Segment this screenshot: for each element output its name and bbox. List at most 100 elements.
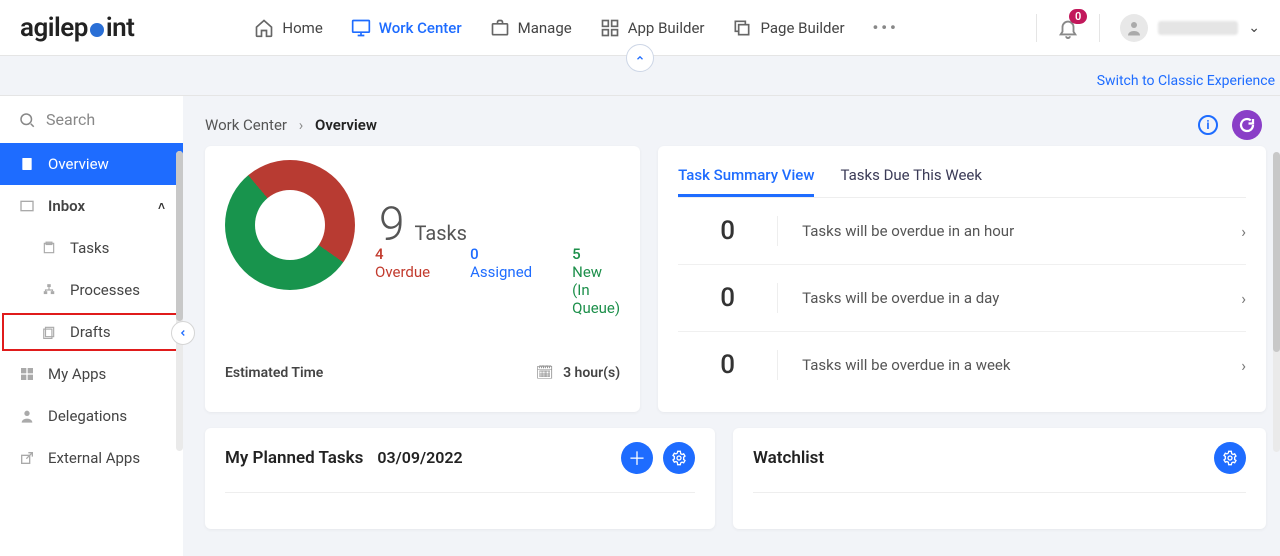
watchlist-settings-button[interactable]	[1214, 442, 1246, 474]
summary-row-text: Tasks will be overdue in a week	[802, 356, 1241, 374]
cards-bottom: My Planned Tasks 03/09/2022 ＋ Watchlist	[205, 428, 1266, 529]
topbar-right: 0 ⌄	[1036, 14, 1260, 42]
breadcrumb-sep: ›	[299, 116, 304, 134]
sidebar-item-processes[interactable]: Processes	[0, 269, 183, 311]
watchlist-title: Watchlist	[753, 448, 824, 468]
stat-new-n: 5	[572, 245, 620, 263]
sidebar-scrollbar[interactable]	[176, 151, 183, 451]
nav-home[interactable]: Home	[254, 18, 322, 38]
nav-work-center-label: Work Center	[379, 19, 462, 37]
breadcrumb-current: Overview	[315, 116, 377, 134]
est-value: 3 hour(s)	[563, 365, 620, 381]
divider	[225, 492, 695, 493]
logo[interactable]: agilep int	[20, 13, 134, 43]
summary-row-text: Tasks will be overdue in a day	[802, 289, 1241, 307]
nav-manage[interactable]: Manage	[490, 18, 572, 38]
summary-row-count: 0	[678, 216, 778, 246]
grid-small-icon	[18, 366, 36, 382]
nav-home-label: Home	[282, 19, 322, 37]
tab-task-summary[interactable]: Task Summary View	[678, 160, 814, 197]
sidebar-collapse-button[interactable]	[171, 321, 195, 345]
sidebar-item-inbox[interactable]: Inbox ˄	[0, 185, 183, 227]
calendar-icon: 🗓	[536, 365, 554, 381]
sidebar-label: Inbox	[48, 197, 85, 215]
inbox-icon	[18, 198, 36, 214]
summary-row-count: 0	[678, 283, 778, 313]
planned-tasks-card: My Planned Tasks 03/09/2022 ＋	[205, 428, 715, 529]
summary-row-text: Tasks will be overdue in an hour	[802, 222, 1241, 240]
stat-new-label: New	[572, 263, 620, 281]
tasks-icon	[40, 241, 58, 255]
nav-app-builder[interactable]: App Builder	[600, 18, 705, 38]
sidebar-item-delegations[interactable]: Delegations	[0, 395, 183, 437]
logo-dot-icon	[90, 23, 104, 37]
nav-work-center[interactable]: Work Center	[351, 18, 462, 38]
stat-assigned[interactable]: 0 Assigned	[470, 245, 532, 317]
sidebar: Search Overview Inbox ˄ Tasks Pr	[0, 96, 183, 556]
stat-overdue[interactable]: 4 Overdue	[375, 245, 430, 317]
summary-row[interactable]: 0 Tasks will be overdue in a day ›	[678, 265, 1246, 332]
sidebar-item-drafts[interactable]: Drafts	[0, 311, 183, 353]
processes-icon	[40, 283, 58, 297]
chevron-right-icon: ›	[1241, 289, 1246, 308]
planned-settings-button[interactable]	[663, 442, 695, 474]
stat-new[interactable]: 5 New (In Queue)	[572, 245, 620, 317]
sidebar-item-tasks[interactable]: Tasks	[0, 227, 183, 269]
chevron-right-icon: ›	[1241, 222, 1246, 241]
stat-new-sub: (In Queue)	[572, 281, 620, 317]
logo-text-post: int	[106, 13, 135, 43]
notif-badge: 0	[1069, 9, 1087, 24]
chevron-up-icon: ˄	[158, 199, 165, 213]
separator	[1036, 14, 1037, 42]
separator	[1099, 14, 1100, 42]
avatar-icon	[1120, 14, 1148, 42]
grid-icon	[600, 18, 620, 38]
collapse-up-button[interactable]	[626, 44, 654, 72]
stat-overdue-n: 4	[375, 245, 430, 263]
sidebar-label: Drafts	[70, 323, 111, 341]
cards-top: 9 Tasks 4 Overdue 0 Assigned	[205, 146, 1266, 412]
search-icon	[18, 111, 36, 129]
sidebar-label: Overview	[48, 155, 109, 173]
stat-assigned-n: 0	[470, 245, 532, 263]
sidebar-item-my-apps[interactable]: My Apps	[0, 353, 183, 395]
body: Search Overview Inbox ˄ Tasks Pr	[0, 96, 1280, 556]
tasks-card: 9 Tasks 4 Overdue 0 Assigned	[205, 146, 640, 412]
sidebar-item-overview[interactable]: Overview	[0, 143, 183, 185]
search-input[interactable]: Search	[0, 96, 183, 143]
stat-overdue-label: Overdue	[375, 263, 430, 281]
sidebar-label: My Apps	[48, 365, 106, 383]
summary-row[interactable]: 0 Tasks will be overdue in a week ›	[678, 332, 1246, 398]
breadcrumb: Work Center › Overview	[205, 116, 1266, 134]
switch-classic-link[interactable]: Switch to Classic Experience	[1097, 73, 1275, 89]
main-nav: Home Work Center Manage App Builder Page…	[254, 18, 1016, 38]
add-task-button[interactable]: ＋	[621, 442, 653, 474]
copy-icon	[732, 18, 752, 38]
tab-due-this-week[interactable]: Tasks Due This Week	[840, 160, 982, 195]
summary-row[interactable]: 0 Tasks will be overdue in an hour ›	[678, 198, 1246, 265]
main-scrollbar[interactable]	[1273, 152, 1280, 452]
drafts-icon	[40, 325, 58, 339]
refresh-button[interactable]	[1232, 110, 1262, 140]
nav-more[interactable]: •••	[873, 18, 899, 38]
summary-card: Task Summary View Tasks Due This Week 0 …	[658, 146, 1266, 412]
monitor-icon	[351, 18, 371, 38]
info-button[interactable]: i	[1198, 115, 1218, 135]
person-icon	[18, 408, 36, 424]
collapse-band: Switch to Classic Experience	[0, 56, 1280, 96]
divider	[753, 492, 1246, 493]
summary-row-count: 0	[678, 350, 778, 380]
tasks-total: 9	[379, 198, 405, 252]
sidebar-label: Processes	[70, 281, 140, 299]
home-icon	[254, 18, 274, 38]
sidebar-label: Tasks	[70, 239, 109, 257]
sidebar-item-external-apps[interactable]: External Apps	[0, 437, 183, 479]
user-menu[interactable]: ⌄	[1120, 14, 1260, 42]
search-placeholder: Search	[46, 110, 95, 129]
breadcrumb-root[interactable]: Work Center	[205, 116, 287, 134]
planned-date: 03/09/2022	[377, 448, 462, 467]
sidebar-label: Delegations	[48, 407, 127, 425]
notifications-button[interactable]: 0	[1057, 17, 1079, 39]
sidebar-label: External Apps	[48, 449, 140, 467]
nav-page-builder[interactable]: Page Builder	[732, 18, 844, 38]
